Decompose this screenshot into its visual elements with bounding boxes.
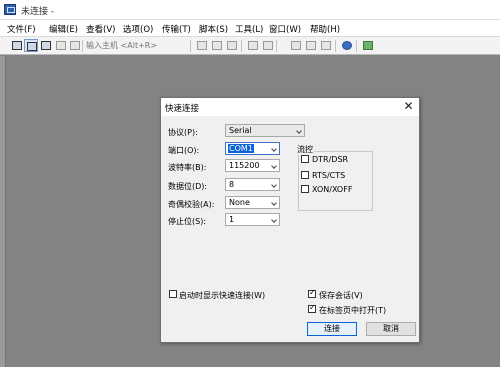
- connect-button[interactable]: 连接: [307, 322, 357, 336]
- baud-rate-label: 波特率(B):: [168, 163, 207, 172]
- toolbar-separator: [190, 40, 191, 52]
- cancel-button[interactable]: 取消: [366, 322, 416, 336]
- open-in-tab-label: 在标签页中打开(T): [319, 306, 387, 315]
- toolbar-separator: [241, 40, 242, 52]
- port-select[interactable]: COM1: [225, 142, 280, 155]
- stop-bits-select[interactable]: 1: [225, 213, 280, 226]
- port-label: 端口(O):: [168, 146, 200, 155]
- open-in-tab-checkbox[interactable]: [308, 303, 316, 313]
- stop-bits-value: 1: [229, 215, 235, 224]
- app-icon: [4, 4, 16, 15]
- chevron-down-icon: [271, 182, 277, 188]
- connect-icon[interactable]: [10, 39, 24, 52]
- data-bits-value: 8: [229, 180, 235, 189]
- menu-options[interactable]: 选项(O): [123, 23, 153, 35]
- connect-in-tab-icon[interactable]: [39, 39, 53, 52]
- menu-transfer[interactable]: 传输(T): [162, 23, 191, 35]
- menu-script[interactable]: 脚本(S): [199, 23, 228, 35]
- parity-select[interactable]: None: [225, 196, 280, 209]
- toolbar-separator: [356, 40, 357, 52]
- dtr-dsr-checkbox[interactable]: [301, 155, 309, 163]
- save-session-label: 保存会话(V): [319, 291, 363, 300]
- rts-cts-checkbox[interactable]: [301, 171, 309, 179]
- startup-show-checkbox[interactable]: [169, 290, 177, 298]
- toolbar-separator: [276, 40, 277, 52]
- help-icon[interactable]: [340, 39, 354, 52]
- dtr-dsr-label: DTR/DSR: [312, 155, 349, 164]
- print-icon[interactable]: [246, 39, 260, 52]
- chevron-down-icon: [271, 163, 277, 169]
- toolbar-separator: [335, 40, 336, 52]
- chevron-down-icon: [271, 217, 277, 223]
- parity-label: 奇偶校验(A):: [168, 200, 215, 209]
- data-bits-label: 数据位(D):: [168, 182, 208, 191]
- dialog-title: 快速连接: [165, 104, 200, 114]
- toolbar: [0, 37, 500, 55]
- chevron-down-icon: [271, 200, 277, 206]
- find-icon[interactable]: [225, 39, 239, 52]
- baud-rate-value: 115200: [229, 161, 260, 170]
- menu-bar: 文件(F) 编辑(E) 查看(V) 选项(O) 传输(T) 脚本(S) 工具(L…: [0, 20, 500, 37]
- port-value: COM1: [228, 144, 254, 153]
- data-bits-select[interactable]: 8: [225, 178, 280, 191]
- reconnect-icon[interactable]: [54, 39, 68, 52]
- stop-bits-label: 停止位(S):: [168, 217, 207, 226]
- print-setup-icon[interactable]: [261, 39, 275, 52]
- protocol-label: 协议(P):: [168, 128, 198, 137]
- rts-cts-label: RTS/CTS: [312, 171, 346, 180]
- window-title: 未连接 -: [21, 7, 55, 17]
- menu-help[interactable]: 帮助(H): [310, 23, 340, 35]
- paste-icon[interactable]: [210, 39, 224, 52]
- toolbar-separator: [82, 40, 83, 52]
- chevron-down-icon: [296, 128, 302, 134]
- protocol-value: Serial: [229, 126, 252, 135]
- close-icon[interactable]: ✕: [402, 100, 415, 113]
- left-gutter: [0, 56, 6, 367]
- chevron-down-icon: [271, 146, 277, 152]
- save-session-checkbox[interactable]: [308, 288, 316, 298]
- startup-show-label: 启动时显示快速连接(W): [179, 291, 266, 300]
- disconnect-icon[interactable]: [68, 39, 82, 52]
- menu-edit[interactable]: 编辑(E): [49, 23, 78, 35]
- session-options-icon[interactable]: [289, 39, 303, 52]
- dialog-title-bar: 快速连接 ✕: [161, 98, 419, 116]
- baud-rate-select[interactable]: 115200: [225, 159, 280, 172]
- quick-connect-dialog: 快速连接 ✕ 协议(P): Serial 端口(O): COM1 波特率(B):…: [160, 97, 420, 343]
- quick-connect-icon[interactable]: [24, 39, 38, 52]
- title-bar: 未连接 -: [0, 0, 500, 20]
- enter-host-input[interactable]: [84, 39, 188, 52]
- xon-xoff-label: XON/XOFF: [312, 185, 353, 194]
- parity-value: None: [229, 198, 250, 207]
- sftp-icon[interactable]: [319, 39, 333, 52]
- global-options-icon[interactable]: [304, 39, 318, 52]
- menu-tools[interactable]: 工具(L): [235, 23, 263, 35]
- keymap-icon[interactable]: [361, 39, 375, 52]
- menu-window[interactable]: 窗口(W): [269, 23, 301, 35]
- menu-view[interactable]: 查看(V): [86, 23, 115, 35]
- xon-xoff-checkbox[interactable]: [301, 185, 309, 193]
- copy-icon[interactable]: [195, 39, 209, 52]
- protocol-select[interactable]: Serial: [225, 124, 305, 137]
- menu-file[interactable]: 文件(F): [7, 23, 36, 35]
- flow-control-title: 流控: [296, 144, 314, 155]
